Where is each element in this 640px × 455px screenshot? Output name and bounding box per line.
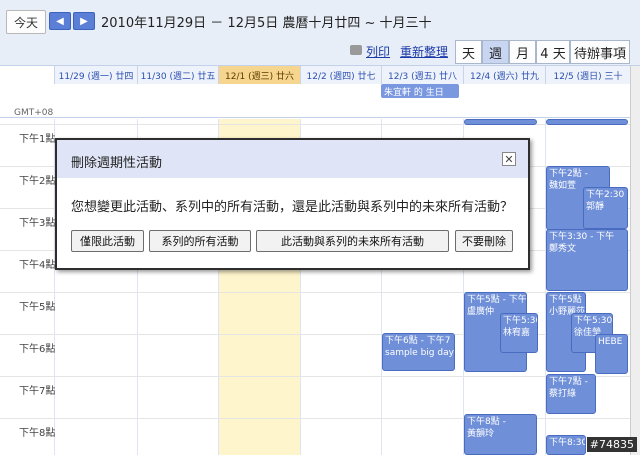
tab-todo[interactable]: 待辦事項 <box>570 40 630 64</box>
calendar-event[interactable]: 下午7點 - 蔡打綠 <box>546 374 596 414</box>
event-time: 下午5:30 <box>503 316 538 326</box>
next-week-button[interactable]: ▶ <box>73 12 95 30</box>
hour-label: 下午2點 <box>19 176 56 187</box>
day-header[interactable]: 12/5 (週日) 三十 <box>545 66 630 84</box>
hour-label: 下午8點 <box>19 428 56 439</box>
calendar-event[interactable]: 下午5:30 林宥嘉 <box>500 313 538 353</box>
print-link[interactable]: 列印 <box>366 43 390 60</box>
event-time: 下午2點 - <box>549 169 588 179</box>
day-header[interactable]: 11/29 (週一) 廿四 <box>54 66 137 84</box>
timezone-label: GMT+08 <box>14 108 54 118</box>
calendar-event[interactable]: 下午2:30 郭靜 <box>583 187 628 229</box>
hour-label: 下午1點 <box>19 134 56 145</box>
tab-day[interactable]: 天 <box>455 40 482 64</box>
vertical-scrollbar[interactable] <box>630 66 640 455</box>
day-header[interactable]: 12/2 (週四) 廿七 <box>300 66 381 84</box>
today-button[interactable]: 今天 <box>6 10 46 34</box>
hour-label: 下午6點 <box>19 344 56 355</box>
this-and-following-events-button[interactable]: 此活動與系列的未來所有活動 <box>256 230 449 252</box>
close-button[interactable]: ✕ <box>502 152 516 166</box>
hour-line <box>0 292 630 293</box>
calendar-toolbar: 今天 ◀ ▶ 2010年11月29日 － 12月5日 農曆十月廿四 ~ 十月三十… <box>0 0 640 66</box>
day-header[interactable]: 11/30 (週二) 廿五 <box>137 66 218 84</box>
calendar-event[interactable]: 下午6點 - 下午7 sample big day <box>382 333 455 371</box>
do-not-delete-button[interactable]: 不要刪除 <box>455 230 513 252</box>
event-time: 下午5點 - 下午 <box>467 295 527 305</box>
event-title: 郭靜 <box>586 202 605 212</box>
allday-event[interactable]: 朱宜軒 的 生日 <box>381 84 459 98</box>
event-time: 下午8:30 <box>549 438 586 448</box>
event-title: 林宥嘉 <box>503 328 531 338</box>
event-time: 下午7點 - <box>549 377 588 387</box>
only-this-event-button[interactable]: 僅限此活動 <box>71 230 144 252</box>
chevron-right-icon: ▶ <box>80 15 88 27</box>
tab-month[interactable]: 月 <box>509 40 536 64</box>
event-time: 下午8點 - <box>467 417 506 427</box>
calendar-event[interactable]: HEBE <box>595 334 628 374</box>
printer-icon <box>350 45 362 55</box>
event-title: 鄭秀文 <box>549 244 577 254</box>
event-title: sample big day <box>385 348 454 358</box>
watermark: #74835 <box>586 437 637 452</box>
calendar-event[interactable] <box>546 119 628 125</box>
day-header-row: 11/29 (週一) 廿四 11/30 (週二) 廿五 12/1 (週三) 廿六… <box>0 66 640 118</box>
date-range-title: 2010年11月29日 － 12月5日 農曆十月廿四 ~ 十月三十 <box>101 16 432 31</box>
prev-week-button[interactable]: ◀ <box>49 12 71 30</box>
event-time: 下午6點 - 下午7 <box>385 336 451 346</box>
event-time: 下午5點 - 下 <box>549 295 585 305</box>
day-header-today[interactable]: 12/1 (週三) 廿六 <box>218 66 300 84</box>
calendar-event[interactable]: 下午8點 - 黃韻玲 <box>464 414 537 455</box>
hour-label: 下午5點 <box>19 302 56 313</box>
day-header[interactable]: 12/3 (週五) 廿八 <box>381 66 463 84</box>
dialog-message: 您想變更此活動、系列中的所有活動，還是此活動與系列中的未來所有活動？ <box>71 200 514 215</box>
event-title: 蔡打綠 <box>549 389 577 399</box>
event-time: 下午3:30 - 下午 <box>549 232 615 242</box>
day-header[interactable]: 12/4 (週六) 廿九 <box>463 66 545 84</box>
calendar-event[interactable] <box>464 119 537 125</box>
all-events-in-series-button[interactable]: 系列的所有活動 <box>149 230 251 252</box>
hour-line <box>0 376 630 377</box>
event-title: 黃韻玲 <box>467 429 495 439</box>
event-time: 下午5:30 <box>574 316 613 326</box>
refresh-link[interactable]: 重新整理 <box>400 43 448 60</box>
dialog-title: 刪除週期性活動 <box>71 156 163 171</box>
close-icon: ✕ <box>504 152 514 166</box>
tab-week[interactable]: 週 <box>482 40 509 64</box>
chevron-left-icon: ◀ <box>56 15 64 27</box>
event-time: 下午2:30 <box>586 190 625 200</box>
tab-4-days[interactable]: 4 天 <box>536 40 570 64</box>
calendar-event[interactable]: 下午8:30 <box>546 435 586 455</box>
delete-recurring-dialog: 刪除週期性活動 ✕ 您想變更此活動、系列中的所有活動，還是此活動與系列中的未來所… <box>55 138 530 270</box>
hour-label: 下午4點 <box>19 260 56 271</box>
event-title: HEBE <box>598 337 623 347</box>
hour-label: 下午3點 <box>19 218 56 229</box>
calendar-event[interactable]: 下午3:30 - 下午 鄭秀文 <box>546 229 628 291</box>
hour-label: 下午7點 <box>19 386 56 397</box>
